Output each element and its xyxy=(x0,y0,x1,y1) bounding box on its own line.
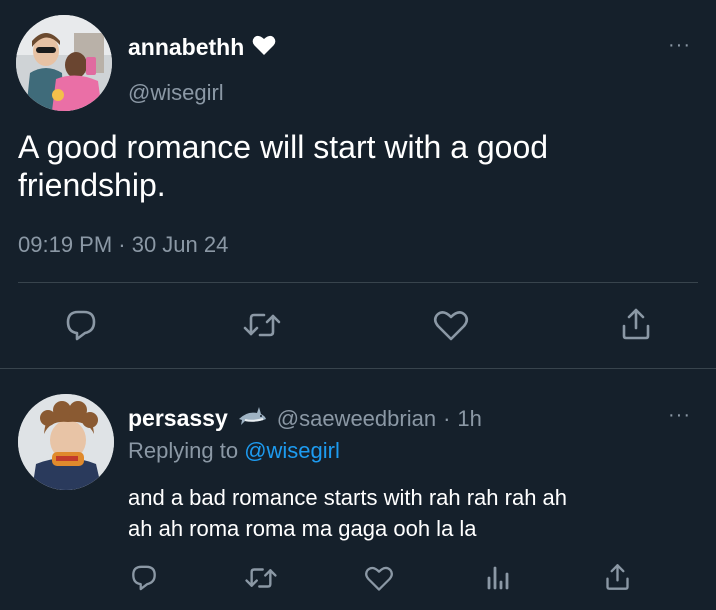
divider xyxy=(18,282,698,283)
divider xyxy=(0,368,716,369)
more-options-icon[interactable]: ··· xyxy=(668,405,691,425)
author-handle[interactable]: @saeweedbrian xyxy=(277,406,436,432)
author-name[interactable]: persassy xyxy=(128,405,228,432)
author-row: annabethh xyxy=(128,34,276,61)
replying-to-link[interactable]: @wisegirl xyxy=(244,438,340,463)
share-icon[interactable] xyxy=(620,306,652,342)
avatar[interactable] xyxy=(16,15,112,111)
retweet-icon[interactable] xyxy=(242,310,282,340)
like-icon[interactable] xyxy=(433,310,469,342)
reply-author-row: persassy @saeweedbrian · 1h xyxy=(128,405,482,432)
avatar[interactable] xyxy=(18,394,114,490)
share-icon[interactable] xyxy=(604,562,631,592)
avatar-photo xyxy=(18,394,114,490)
more-options-icon[interactable]: ··· xyxy=(668,35,691,55)
reply-text-line: and a bad romance starts with rah rah ra… xyxy=(128,485,568,510)
tweet-text: A good romance will start with a good fr… xyxy=(18,129,549,203)
reply-time[interactable]: 1h xyxy=(457,406,481,432)
separator-dot: · xyxy=(443,405,451,431)
like-icon[interactable] xyxy=(364,566,394,592)
reply-text-line: ah ah roma roma ma gaga ooh la la xyxy=(128,516,477,541)
retweet-icon[interactable] xyxy=(244,565,278,591)
author-handle[interactable]: @wisegirl xyxy=(128,80,224,106)
author-name[interactable]: annabethh xyxy=(128,34,244,61)
shark-icon xyxy=(237,405,267,432)
reply-text: and a bad romance starts with rah rah ra… xyxy=(128,482,708,544)
white-heart-icon xyxy=(252,34,276,61)
reply-icon[interactable] xyxy=(64,309,98,341)
replying-to: Replying to @wisegirl xyxy=(128,438,340,464)
avatar-photo xyxy=(16,15,112,111)
tweet-timestamp[interactable]: 09:19 PM · 30 Jun 24 xyxy=(18,232,228,258)
reply-icon[interactable] xyxy=(130,564,158,591)
replying-to-label: Replying to xyxy=(128,438,239,463)
analytics-icon[interactable] xyxy=(484,564,512,592)
